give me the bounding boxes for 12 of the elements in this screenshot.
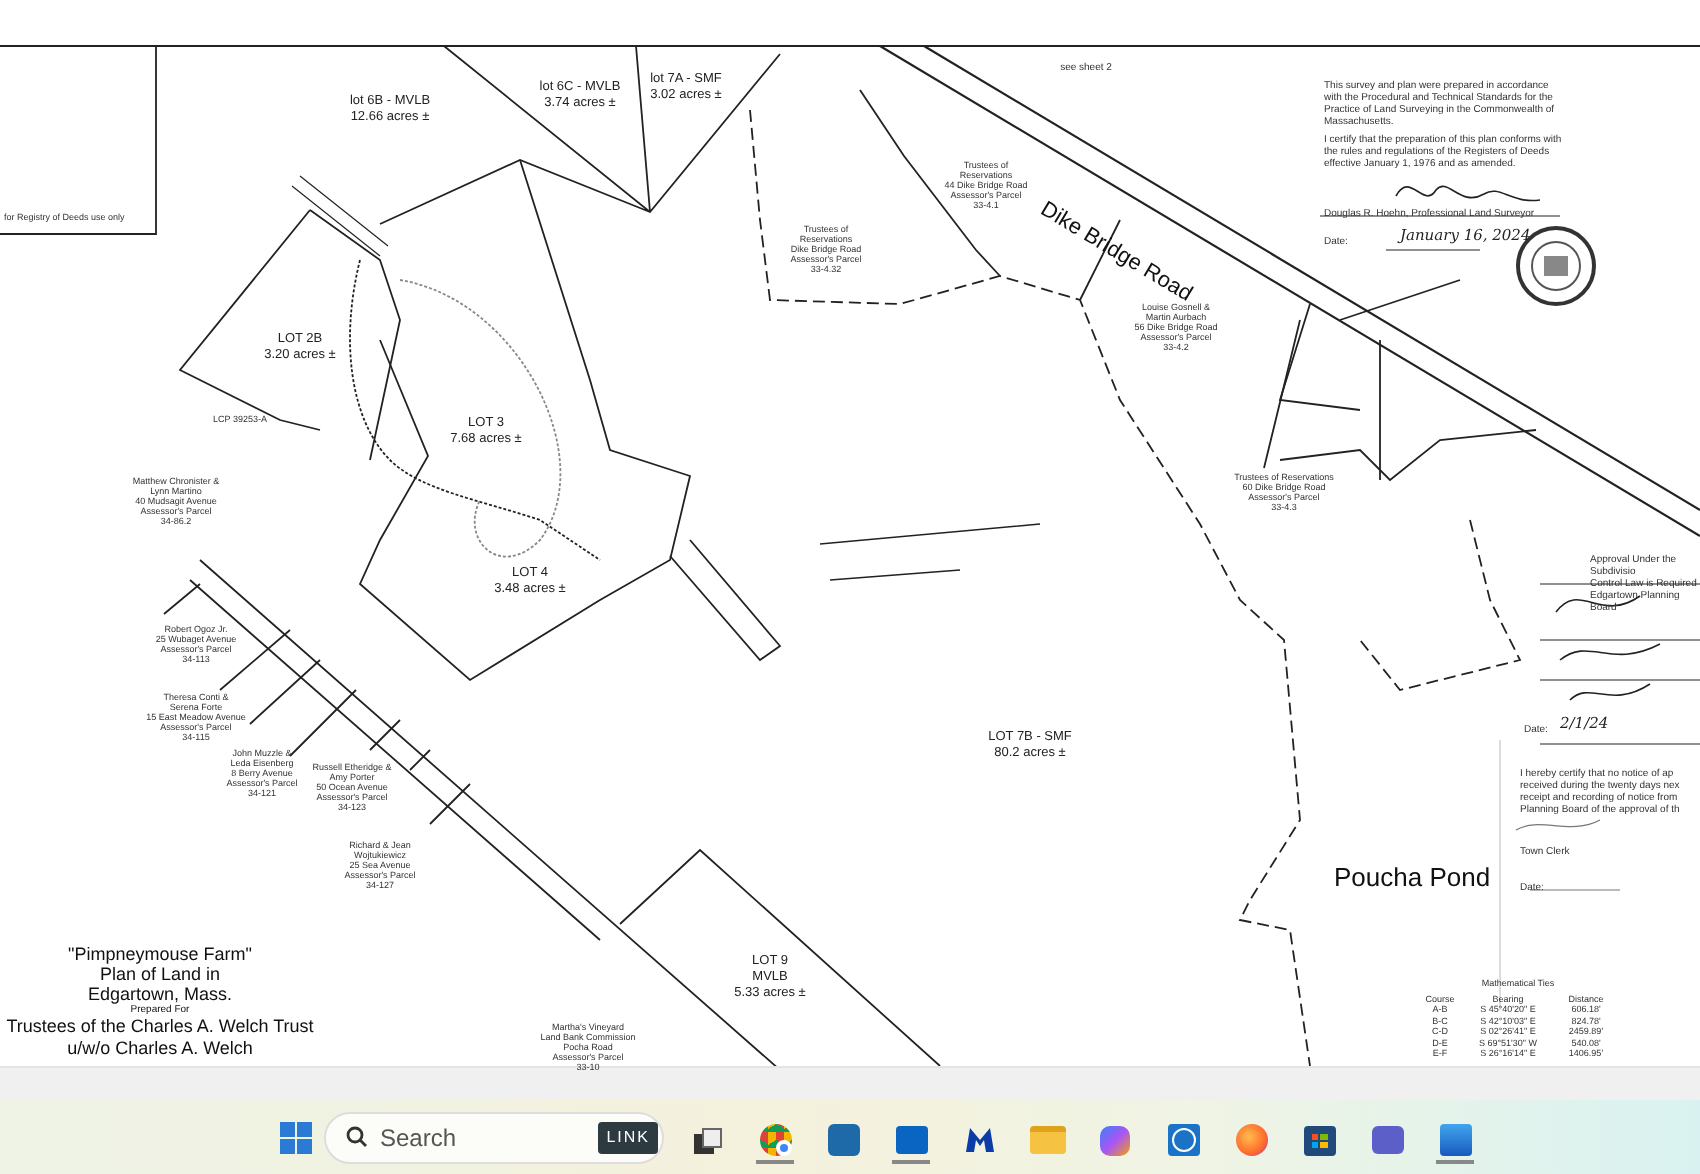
- plan-title-line: Trustees of the Charles A. Welch Trust: [6, 1016, 314, 1038]
- bag-icon[interactable]: [1300, 1121, 1338, 1159]
- plan-title-line: u/w/o Charles A. Welch: [67, 1038, 253, 1058]
- browser-icon[interactable]: [756, 1121, 794, 1159]
- windows-start-icon[interactable]: [280, 1121, 312, 1153]
- plan-title-line: Plan of Land in: [99, 964, 221, 984]
- search-field[interactable]: Search LINK: [324, 1111, 664, 1163]
- search-icon: [346, 1126, 368, 1148]
- pond-label: Poucha Pond: [1334, 860, 1491, 896]
- plan-title-line: Edgartown, Mass.: [87, 984, 233, 1004]
- plan-title-line: "Pimpneymouse Farm": [68, 944, 252, 964]
- link-badge[interactable]: LINK: [598, 1121, 658, 1153]
